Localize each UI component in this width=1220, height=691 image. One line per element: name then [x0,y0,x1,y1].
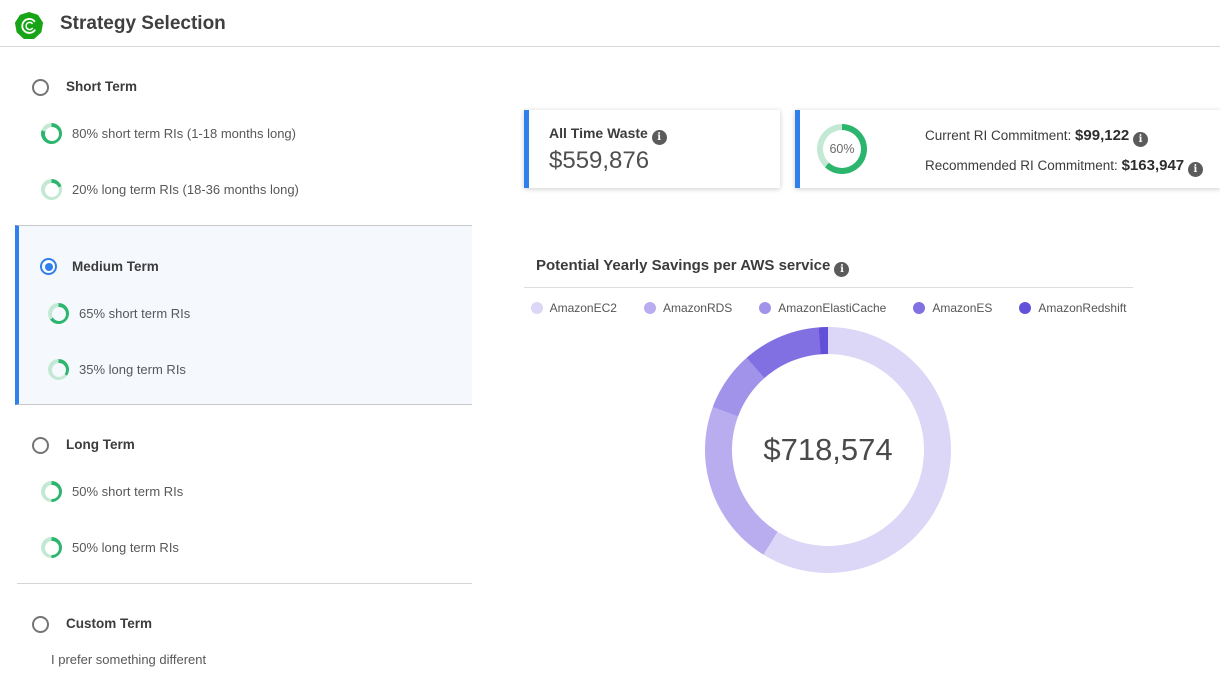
long-term-option1-label: 50% short term RIs [72,484,183,499]
short-term-radio[interactable] [32,79,49,96]
custom-term-description: I prefer something different [51,652,206,667]
chart-title-divider [524,287,1133,288]
legend-dot-amazonrds [644,302,656,314]
chart-title: Potential Yearly Savings per AWS service… [536,257,849,277]
info-icon[interactable]: i [834,262,849,277]
info-icon[interactable]: i [1188,162,1203,177]
commitment-gauge-label: 60% [817,124,867,174]
long-term-option1-ring [41,481,62,502]
long-term-option2-ring [41,537,62,558]
legend-dot-amazones [913,302,925,314]
custom-term-label[interactable]: Custom Term [66,616,152,631]
page-header: Strategy Selection [0,0,1220,47]
legend-dot-amazonec2 [531,302,543,314]
current-ri-commitment-label: Current RI Commitment: [925,128,1071,143]
info-icon[interactable]: i [652,130,667,145]
all-time-waste-card: All Time Waste i $559,876 [524,110,780,188]
current-ri-commitment-value: $99,122 [1075,127,1129,144]
short-term-option2-label: 20% long term RIs (18-36 months long) [72,182,299,197]
legend-label-amazonrds: AmazonRDS [663,301,732,315]
section-divider [17,583,472,584]
medium-term-option2-label: 35% long term RIs [79,362,186,377]
medium-term-option2-ring [48,359,69,380]
chart-title-text: Potential Yearly Savings per AWS service [536,257,830,274]
legend-label-amazonredshift: AmazonRedshift [1038,301,1126,315]
potential-savings-chart: Potential Yearly Savings per AWS service… [524,250,1133,590]
legend-item-amazonredshift[interactable]: AmazonRedshift [1019,301,1126,315]
legend-item-amazonrds[interactable]: AmazonRDS [644,301,732,315]
long-term-radio[interactable] [32,437,49,454]
legend-dot-amazonredshift [1019,302,1031,314]
legend-item-amazonec2[interactable]: AmazonEC2 [531,301,617,315]
legend-label-amazonelasticache: AmazonElastiCache [778,301,886,315]
medium-term-option1-ring [48,303,69,324]
short-term-label[interactable]: Short Term [66,79,137,94]
long-term-label[interactable]: Long Term [66,437,135,452]
all-time-waste-title: All Time Waste i [549,125,667,145]
short-term-option1-label: 80% short term RIs (1-18 months long) [72,126,296,141]
legend-dot-amazonelasticache [759,302,771,314]
cloudability-logo-icon [15,12,43,40]
medium-term-label[interactable]: Medium Term [72,259,159,274]
long-term-option2-label: 50% long term RIs [72,540,179,555]
recommended-ri-commitment-line: Recommended RI Commitment: $163,947 i [925,157,1203,177]
legend-item-amazones[interactable]: AmazonES [913,301,992,315]
all-time-waste-label: All Time Waste [549,125,648,141]
page-title: Strategy Selection [60,13,226,35]
commitment-gauge: 60% [817,124,867,174]
short-term-option2-ring [41,179,62,200]
all-time-waste-value: $559,876 [549,147,649,175]
medium-term-option1-label: 65% short term RIs [79,306,190,321]
legend-label-amazones: AmazonES [932,301,992,315]
medium-term-radio[interactable] [40,258,57,275]
short-term-option1-ring [41,123,62,144]
savings-total-value: $718,574 [705,327,951,573]
legend-label-amazonec2: AmazonEC2 [550,301,617,315]
current-ri-commitment-line: Current RI Commitment: $99,122 i [925,127,1148,147]
strategy-section-medium-term-selected: Medium Term 65% short term RIs 35% long … [15,225,472,405]
custom-term-radio[interactable] [32,616,49,633]
chart-legend: AmazonEC2 AmazonRDS AmazonElastiCache Am… [524,301,1133,315]
legend-item-amazonelasticache[interactable]: AmazonElastiCache [759,301,886,315]
recommended-ri-commitment-label: Recommended RI Commitment: [925,158,1118,173]
strategy-selection-page: Strategy Selection Short Term 80% short … [0,0,1220,691]
info-icon[interactable]: i [1133,132,1148,147]
recommended-ri-commitment-value: $163,947 [1122,157,1185,174]
ri-commitment-card: 60% Current RI Commitment: $99,122 i Rec… [795,110,1220,188]
